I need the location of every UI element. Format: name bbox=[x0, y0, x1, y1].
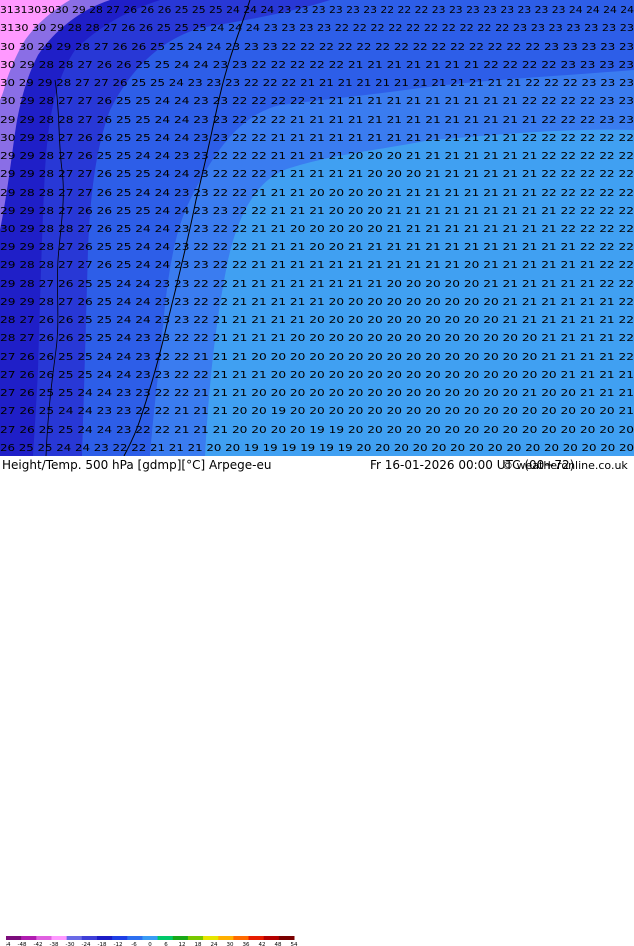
temperature-label-row: 30 30 29 29 28 27 26 26 25 25 24 24 23 2… bbox=[0, 42, 634, 53]
legend-swatch bbox=[187, 936, 204, 940]
legend-tick-label: -24 bbox=[82, 942, 91, 946]
legend-tick-label: -54 bbox=[6, 942, 11, 946]
legend-tick-label: -48 bbox=[18, 942, 27, 946]
legend-tick-label: -38 bbox=[50, 942, 59, 946]
temperature-label-row: 29 28 27 26 25 25 24 24 23 23 22 22 21 2… bbox=[0, 279, 634, 290]
temperature-label-row: 26 25 25 24 24 23 22 22 21 21 21 20 20 1… bbox=[0, 443, 634, 454]
temperature-label-row: 29 29 28 27 26 26 25 25 24 24 23 23 22 2… bbox=[0, 206, 634, 217]
legend-swatch bbox=[203, 936, 219, 940]
legend-tick-label: 42 bbox=[259, 942, 266, 946]
weather-map: 3131303030 29 28 27 26 26 26 25 25 25 24… bbox=[0, 0, 634, 456]
legend-swatch bbox=[142, 936, 159, 940]
legend-tick-label: -6 bbox=[131, 942, 137, 946]
temperature-label-row: 30 29 28 28 27 26 25 24 24 23 23 22 22 2… bbox=[0, 224, 634, 235]
legend-swatch bbox=[157, 936, 174, 940]
legend-tick-label: 48 bbox=[275, 942, 282, 946]
legend-swatch bbox=[248, 936, 265, 940]
temperature-label-row: 30 29 28 27 26 26 25 25 24 24 23 23 22 2… bbox=[0, 133, 634, 144]
temperature-label-row: 3131303030 29 28 27 26 26 26 25 25 25 24… bbox=[0, 5, 634, 16]
temperature-label-row: 29 29 28 27 26 25 25 24 24 23 23 22 22 2… bbox=[0, 151, 634, 162]
legend-tick-label: 6 bbox=[164, 942, 168, 946]
legend-swatch bbox=[278, 936, 295, 940]
temperature-label-row: 28 27 26 26 25 25 24 24 23 23 22 21 21 2… bbox=[0, 315, 634, 326]
legend-tick-label: 54 bbox=[291, 942, 298, 946]
legend-tick-label: 18 bbox=[195, 942, 202, 946]
legend-swatch bbox=[172, 936, 189, 940]
legend-swatch bbox=[218, 936, 234, 940]
temperature-label-row: 29 28 28 27 27 26 25 24 24 23 23 22 22 2… bbox=[0, 188, 634, 199]
map-footer: Height/Temp. 500 hPa [gdmp][°C] Arpege-e… bbox=[0, 456, 634, 946]
legend-swatch bbox=[112, 936, 128, 940]
temperature-label-row: 28 27 26 26 25 25 24 23 23 22 22 21 21 2… bbox=[0, 333, 634, 344]
temperature-label-row: 3130 30 29 28 28 27 26 26 25 25 25 24 24… bbox=[0, 23, 634, 34]
credit-link[interactable]: © weatheronline.co.uk bbox=[502, 459, 628, 473]
legend-swatch bbox=[51, 936, 68, 940]
temperature-label-row: 29 29 28 28 27 26 25 25 24 24 23 23 22 2… bbox=[0, 115, 634, 126]
temperature-label-row: 29 29 28 27 26 25 24 24 23 23 22 22 21 2… bbox=[0, 297, 634, 308]
legend-tick-label: -18 bbox=[98, 942, 107, 946]
temperature-label-row: 30 29 28 28 27 26 26 25 25 24 24 23 23 2… bbox=[0, 60, 634, 71]
temperature-label-row: 29 29 28 27 26 25 25 24 24 23 22 22 22 2… bbox=[0, 242, 634, 253]
legend-swatch bbox=[127, 936, 143, 940]
legend-swatch bbox=[96, 936, 113, 940]
legend-swatch bbox=[233, 936, 250, 940]
legend-swatch bbox=[6, 936, 22, 940]
legend-swatch bbox=[81, 936, 98, 940]
temperature-label-row: 27 26 25 25 24 24 23 22 22 21 21 21 20 2… bbox=[0, 425, 634, 436]
legend-tick-label: -12 bbox=[114, 942, 123, 946]
legend-tick-label: 36 bbox=[243, 942, 250, 946]
temperature-label-row: 27 26 25 24 24 23 23 22 22 21 21 21 20 2… bbox=[0, 406, 634, 417]
legend-tick-label: 12 bbox=[179, 942, 186, 946]
legend-swatch bbox=[263, 936, 280, 940]
temperature-label-row: 30 29 28 27 27 26 25 25 24 24 23 23 22 2… bbox=[0, 96, 634, 107]
legend-swatch bbox=[21, 936, 37, 940]
legend-swatch bbox=[36, 936, 52, 940]
legend-tick-label: -30 bbox=[66, 942, 75, 946]
map-canvas: 3131303030 29 28 27 26 26 26 25 25 25 24… bbox=[0, 0, 634, 456]
temperature-label-row: 29 29 28 27 27 26 25 25 24 24 23 22 22 2… bbox=[0, 169, 634, 180]
temperature-label-row: 27 26 25 25 24 24 23 23 22 22 21 21 21 2… bbox=[0, 388, 634, 399]
legend-swatch bbox=[66, 936, 83, 940]
chart-title: Height/Temp. 500 hPa [gdmp][°C] Arpege-e… bbox=[2, 458, 272, 472]
temperature-label-row: 29 28 28 27 27 26 25 24 24 23 23 22 22 2… bbox=[0, 260, 634, 271]
temperature-label-row: 30 29 29 28 27 27 26 25 25 24 23 23 23 2… bbox=[0, 78, 634, 89]
temperature-label-row: 27 26 26 25 25 24 24 23 22 22 21 21 21 2… bbox=[0, 352, 634, 363]
color-legend: -54 -48 -42 -38 -30 -24 -18 -12 -6 0 6 12 18 24 30 36 42… bbox=[6, 936, 298, 946]
legend-tick-label: 24 bbox=[211, 942, 218, 946]
temperature-label-row: 27 26 26 25 25 24 24 23 23 22 22 21 21 2… bbox=[0, 370, 634, 381]
legend-tick-label: -42 bbox=[34, 942, 43, 946]
legend-tick-label: 0 bbox=[148, 942, 152, 946]
legend-tick-label: 30 bbox=[227, 942, 234, 946]
